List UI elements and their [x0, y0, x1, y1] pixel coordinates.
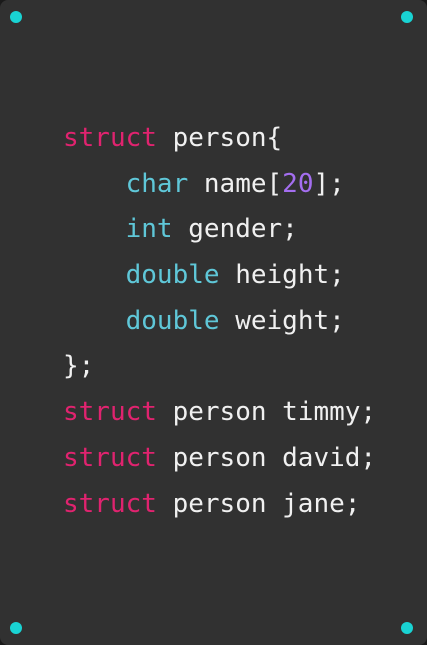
code-token: name[: [188, 168, 283, 199]
code-line: struct person jane;: [63, 482, 376, 528]
code-token: height;: [219, 260, 345, 291]
corner-dot-icon: [10, 11, 22, 23]
code-block: struct person{ char name[20]; int gender…: [63, 116, 376, 527]
code-token: char: [125, 168, 189, 199]
code-token: person timmy;: [156, 397, 377, 428]
code-token: struct: [63, 123, 157, 153]
code-token: 20: [282, 168, 314, 199]
code-line: double height;: [63, 253, 376, 299]
code-line: int gender;: [63, 207, 376, 253]
code-token: ];: [313, 168, 345, 199]
code-token: int: [125, 214, 173, 245]
code-token: struct: [63, 442, 157, 473]
code-token: };: [63, 351, 95, 382]
code-token: weight;: [219, 305, 345, 336]
corner-dot-icon: [401, 622, 413, 634]
code-token: double: [125, 305, 220, 336]
code-token: double: [125, 260, 220, 291]
code-line: struct person{: [63, 116, 376, 162]
code-line: struct person david;: [63, 436, 376, 482]
code-token: struct: [63, 397, 157, 428]
code-token: person david;: [156, 442, 377, 473]
code-token: person{: [156, 123, 283, 153]
code-line: struct person timmy;: [63, 390, 376, 436]
code-line: double weight;: [63, 299, 376, 345]
code-line: char name[20];: [63, 162, 376, 208]
corner-dot-icon: [10, 622, 22, 634]
code-card: struct person{ char name[20]; int gender…: [0, 0, 427, 645]
code-token: gender;: [172, 214, 298, 245]
code-token: person jane;: [156, 488, 361, 519]
corner-dot-icon: [401, 11, 413, 23]
code-token: struct: [63, 488, 157, 519]
code-line: };: [63, 344, 376, 390]
